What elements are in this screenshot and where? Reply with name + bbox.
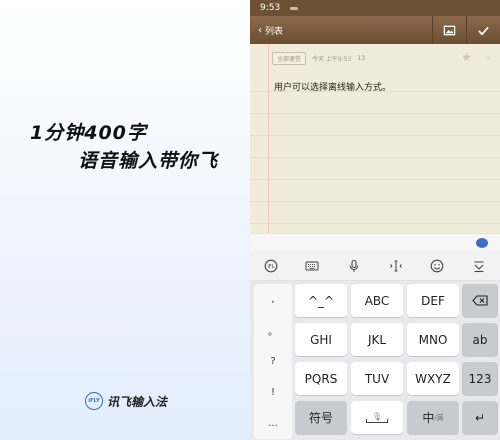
check-icon [478,26,489,35]
punct-key[interactable]: ? [254,346,292,377]
brand: iFLY 讯飞输入法 [85,392,167,410]
status-time: 9:53 [260,3,281,13]
punct-key[interactable]: ! [254,377,292,408]
cursor-icon[interactable] [385,255,407,277]
note-text[interactable]: 用户可以选择离线输入方式。 [274,80,391,93]
mic-icon[interactable] [343,255,365,277]
key-wxyz[interactable]: WXYZ [407,362,459,395]
note-timestamp: 今天 上午9:53 [312,56,352,63]
emoji-icon[interactable] [426,255,448,277]
backspace-icon [472,295,488,306]
language-switch-key[interactable]: 中/英 [407,401,459,434]
key-jkl[interactable]: JKL [351,323,403,356]
key-def[interactable]: DEF [407,284,459,317]
insert-image-button[interactable] [432,16,466,44]
punct-key[interactable]: ... [254,408,292,439]
key-ghi[interactable]: GHI [295,323,347,356]
keyboard-toolbar: iFL [250,251,500,281]
punctuation-column: , 。 ? ! ... [254,284,292,439]
status-bar: 9:53 [250,0,500,16]
svg-text:iFL: iFL [267,264,274,270]
done-button[interactable] [466,16,500,44]
key-emoticon[interactable]: ^_^ [295,284,347,317]
symbols-key[interactable]: 符号 [295,401,347,434]
image-icon [443,25,456,35]
collapse-icon[interactable] [468,255,490,277]
keyboard-icon[interactable] [301,255,323,277]
chevron-down-icon[interactable]: ⌄ [484,52,492,62]
note-char-count: 13 [357,55,366,62]
lang-main: 中 [422,411,435,425]
ifly-logo-icon: iFLY [85,392,103,410]
lang-sub: /英 [434,413,444,422]
phone-screen: 9:53 ‹ 列表 全部便签 今天 上午9:53 13 ★ ⌄ 用户可以选择离线… [250,0,500,440]
key-123[interactable]: 123 [462,362,498,395]
assistant-icon[interactable] [476,238,488,248]
note-editor[interactable] [250,70,500,230]
chevron-left-icon: ‹ [258,24,262,36]
key-pqrs[interactable]: PQRS [295,362,347,395]
punct-key[interactable]: 。 [254,315,292,346]
enter-key[interactable]: ↵ [462,401,498,434]
promo-headline: 1分钟400字 [30,122,147,144]
app-bar: ‹ 列表 [250,16,500,44]
key-ab[interactable]: ab [462,323,498,356]
candidate-bar [250,233,500,251]
space-key[interactable]: 🎙 [351,401,403,434]
key-abc[interactable]: ABC [351,284,403,317]
star-icon[interactable]: ★ [461,50,472,64]
folder-selector[interactable]: 全部便签 [272,52,307,65]
brand-name: 讯飞输入法 [107,394,168,409]
keyboard: , 。 ? ! ... ^_^ ABC DEF GHI JKL MNO ab P… [250,281,500,440]
logo-icon[interactable]: iFL [260,255,282,277]
promo-panel: 1分钟400字 语音输入带你飞 iFLY 讯飞输入法 [0,0,250,440]
space-icon [366,419,388,423]
back-button[interactable]: ‹ 列表 [258,24,283,37]
note-meta: 全部便签 今天 上午9:53 13 [272,52,365,65]
promo-subheadline: 语音输入带你飞 [78,150,219,172]
backspace-key[interactable] [462,284,498,317]
back-label: 列表 [265,26,284,37]
key-tuv[interactable]: TUV [351,362,403,395]
punct-key[interactable]: , [254,284,292,315]
notification-icon [290,6,299,10]
key-mno[interactable]: MNO [407,323,459,356]
